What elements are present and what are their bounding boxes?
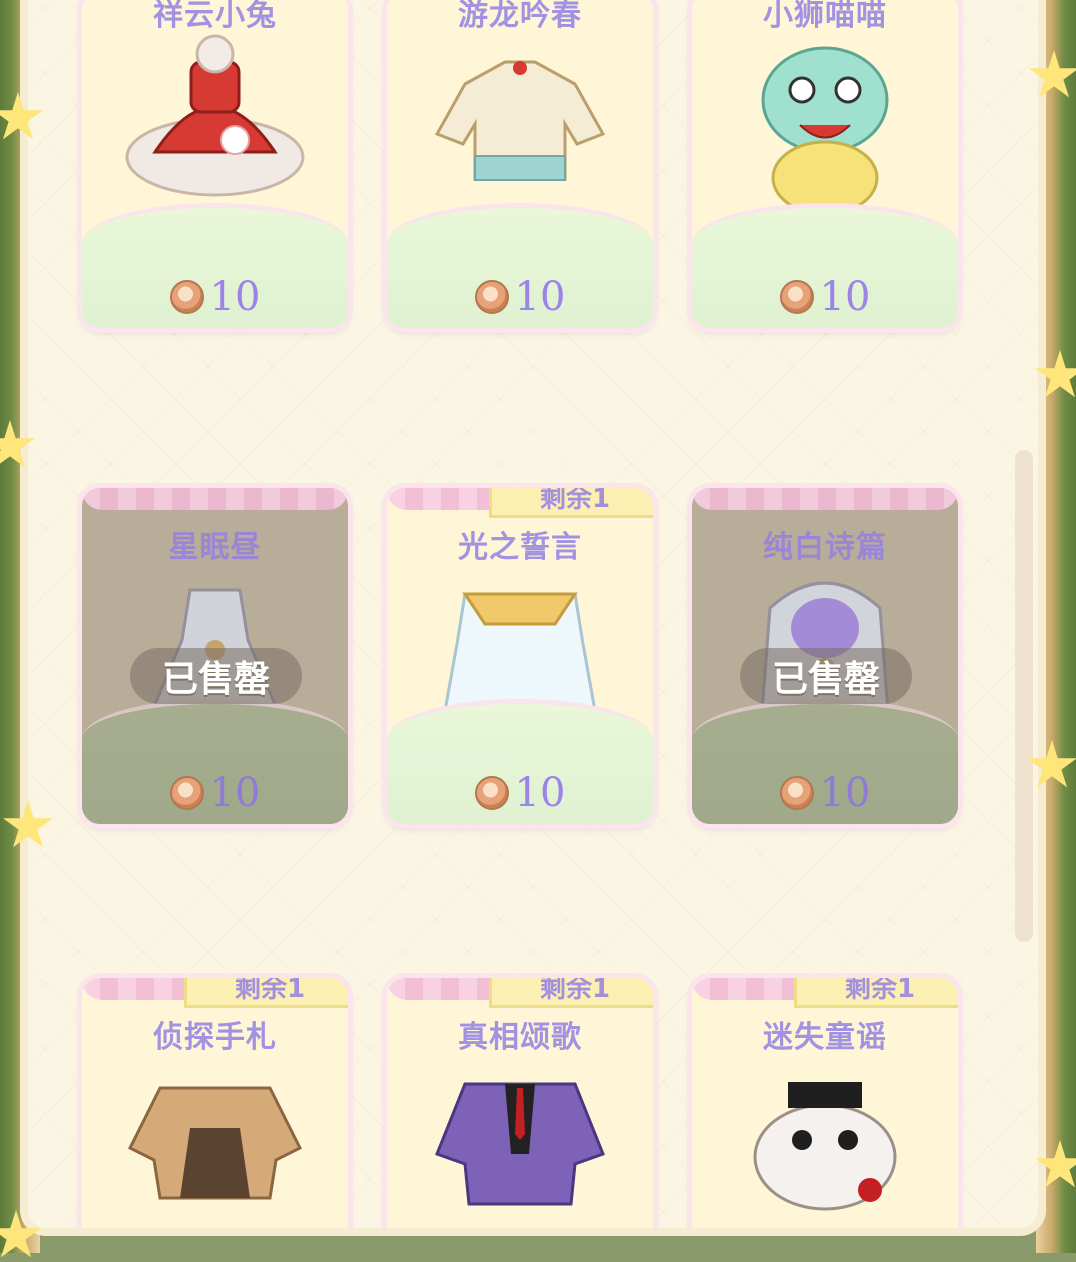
price-value: 10 — [209, 274, 261, 320]
item-outfit-icon — [434, 60, 606, 181]
scrollbar[interactable] — [1015, 450, 1033, 942]
ribbon-bow-icon — [82, 488, 348, 510]
shop-panel: 祥云小兔 10 游龙吟春 10 小狮喵喵 10 星眠昼 已售罄 10 剩余1 光… — [20, 0, 1046, 1236]
item-name: 侦探手札 — [153, 1020, 277, 1055]
shop-item-card[interactable]: 星眠昼 已售罄 10 — [82, 488, 348, 824]
item-price: 10 — [692, 274, 958, 320]
price-value: 10 — [819, 274, 871, 320]
item-price: 10 — [387, 274, 653, 320]
stock-remaining-tag: 剩余1 — [184, 978, 348, 1008]
shop-item-card[interactable]: 游龙吟春 10 — [387, 0, 653, 328]
item-name: 真相颂歌 — [458, 1020, 582, 1055]
shop-item-card[interactable]: 剩余1 迷失童谣 — [692, 978, 958, 1228]
price-value: 10 — [819, 770, 871, 816]
coin-icon — [474, 280, 509, 314]
item-name: 祥云小兔 — [153, 0, 277, 33]
item-name: 游龙吟春 — [458, 0, 582, 33]
coin-icon — [474, 776, 509, 810]
item-price: 10 — [82, 770, 348, 816]
item-outfit-icon — [435, 1082, 605, 1206]
item-price: 10 — [82, 274, 348, 320]
sold-out-badge: 已售罄 — [130, 648, 302, 704]
shop-item-card[interactable]: 小狮喵喵 10 — [692, 0, 958, 328]
item-outfit-icon — [125, 34, 305, 197]
price-value: 10 — [514, 274, 566, 320]
price-value: 10 — [514, 770, 566, 816]
stock-remaining-tag: 剩余1 — [794, 978, 958, 1008]
stock-remaining-tag: 剩余1 — [489, 488, 653, 518]
sold-out-badge: 已售罄 — [740, 648, 912, 704]
price-value: 10 — [209, 770, 261, 816]
item-name: 纯白诗篇 — [763, 530, 887, 565]
shop-item-card[interactable]: 纯白诗篇 已售罄 10 — [692, 488, 958, 824]
item-name: 星眠昼 — [168, 530, 262, 565]
stock-remaining-tag: 剩余1 — [489, 978, 653, 1008]
item-price: 10 — [692, 770, 958, 816]
item-outfit-icon — [753, 1082, 897, 1211]
shop-item-card[interactable]: 祥云小兔 10 — [82, 0, 348, 328]
coin-icon — [169, 776, 204, 810]
item-outfit-icon — [127, 1086, 303, 1200]
coin-icon — [779, 776, 814, 810]
coin-icon — [169, 280, 204, 314]
coin-icon — [779, 280, 814, 314]
item-name: 迷失童谣 — [763, 1020, 887, 1055]
shop-item-card[interactable]: 剩余1 真相颂歌 — [387, 978, 653, 1228]
item-name: 小狮喵喵 — [763, 0, 887, 33]
item-name: 光之誓言 — [458, 530, 582, 565]
item-price: 10 — [387, 770, 653, 816]
item-outfit-icon — [761, 46, 889, 216]
shop-item-card[interactable]: 剩余1 光之誓言 10 — [387, 488, 653, 824]
ribbon-bow-icon — [692, 488, 958, 510]
shop-item-card[interactable]: 剩余1 侦探手札 — [82, 978, 348, 1228]
